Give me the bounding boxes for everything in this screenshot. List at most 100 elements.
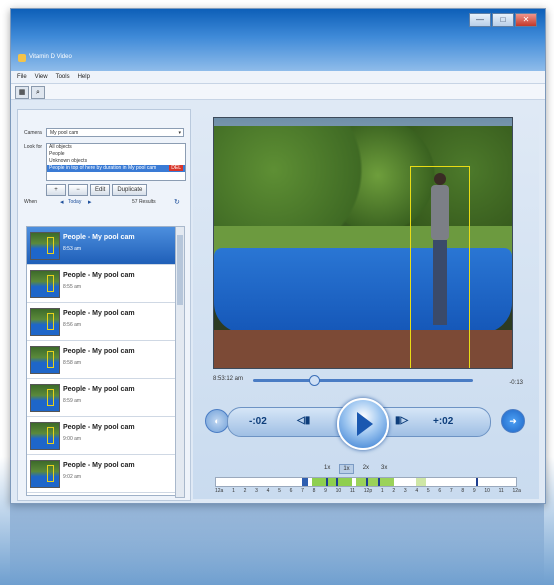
prev-arrow-icon[interactable]: ◂ [60, 198, 64, 206]
speed-selector: 1x 1x 2x 3x [321, 464, 390, 474]
result-time: 8:55 am [63, 284, 82, 290]
timeline-label: 3 [403, 488, 407, 494]
menu-tools[interactable]: Tools [56, 71, 70, 83]
look-item[interactable]: All objects [47, 144, 185, 151]
speed-option[interactable]: 3x [378, 464, 390, 474]
snapshot-icon[interactable]: ◐ [205, 409, 229, 433]
step-back-icon[interactable]: ◁▮ [297, 415, 310, 426]
remove-button[interactable]: − [68, 184, 88, 196]
menu-help[interactable]: Help [78, 71, 90, 83]
search-icon[interactable]: ⌕ [31, 86, 45, 99]
timeline-label: 11 [349, 488, 356, 494]
result-thumbnail [30, 422, 60, 450]
maximize-button[interactable]: □ [492, 13, 514, 27]
step-forward-icon[interactable]: ▮▷ [395, 415, 408, 426]
timeline-label: 11 [498, 488, 504, 494]
results-list: People - My pool cam 8:53 am People - My… [26, 226, 176, 496]
date-filter[interactable]: Today [68, 199, 81, 205]
add-button[interactable]: + [46, 184, 66, 196]
minimize-button[interactable]: — [469, 13, 491, 27]
search-buttons: + − Edit Duplicate [46, 184, 148, 196]
scrollbar-thumb[interactable] [177, 235, 183, 305]
player-panel: 8:53:12 am -0:13 ◐ -:02 ◁▮ ▮▷ +:02 ➜ 1x … [193, 109, 539, 499]
next-arrow-icon[interactable]: ➜ [501, 409, 525, 433]
timeline-label: 4 [266, 488, 270, 494]
window-controls: — □ ✕ [469, 13, 537, 27]
menu-file[interactable]: File [17, 71, 27, 83]
timeline-activity [356, 478, 394, 486]
result-title: People - My pool cam [63, 310, 135, 317]
result-time: 8:56 am [63, 322, 82, 328]
speed-option-selected[interactable]: 1x [339, 464, 354, 474]
timeline-label: 10 [484, 488, 490, 494]
timeline-label: 5 [278, 488, 281, 494]
speed-option[interactable]: 1x [321, 464, 333, 474]
timeline-label: 12p [363, 488, 373, 494]
timeline-label: 9 [472, 488, 476, 494]
look-item[interactable]: People [47, 151, 185, 158]
search-form: Camera My pool cam ▾ Look for All object… [18, 110, 190, 206]
result-thumbnail [30, 232, 60, 260]
layout-icon[interactable]: ▦ [15, 86, 29, 99]
result-thumbnail [30, 460, 60, 488]
result-title: People - My pool cam [63, 386, 135, 393]
result-time: 8:59 am [63, 398, 82, 404]
forward-2s-button[interactable]: +:02 [433, 416, 453, 427]
next-arrow-icon[interactable]: ▸ [88, 198, 92, 206]
look-for-label: Look for [24, 144, 43, 150]
result-item[interactable]: People - My pool cam 8:55 am [27, 265, 175, 303]
result-item[interactable]: People - My pool cam 8:59 am [27, 379, 175, 417]
timeline-label: 6 [289, 488, 293, 494]
results-scrollbar[interactable] [175, 226, 185, 498]
look-for-list[interactable]: All objects People Unknown objects Peopl… [46, 143, 186, 181]
refresh-icon[interactable]: ↻ [174, 198, 180, 206]
title-bar[interactable]: Vitamin D Video — □ ✕ [11, 9, 545, 71]
app-icon [18, 54, 26, 62]
seek-track[interactable] [253, 379, 473, 382]
delete-icon[interactable]: DEL [169, 165, 183, 171]
timeline-label: 8 [312, 488, 316, 494]
timeline-event [326, 478, 328, 486]
look-item-selected[interactable]: People in top of here by duration in My … [47, 165, 185, 172]
result-title: People - My pool cam [63, 272, 135, 279]
result-item[interactable]: People - My pool cam 9:02 am [27, 455, 175, 493]
timeline-activity [416, 478, 426, 486]
result-time: 9:02 am [63, 474, 82, 480]
result-item[interactable]: People - My pool cam 9:00 am [27, 417, 175, 455]
play-button[interactable] [337, 398, 389, 450]
result-thumbnail [30, 346, 60, 374]
camera-select[interactable]: My pool cam ▾ [46, 128, 184, 137]
result-time: 8:53 am [63, 246, 82, 252]
close-button[interactable]: ✕ [515, 13, 537, 27]
speed-option[interactable]: 2x [360, 464, 372, 474]
result-time: 9:00 am [63, 436, 82, 442]
timeline-labels: 12a 1 2 3 4 5 6 7 8 9 10 11 12p 1 2 3 4 … [215, 488, 521, 494]
result-item[interactable]: People - My pool cam 8:58 am [27, 341, 175, 379]
timeline-label: 8 [461, 488, 465, 494]
timeline-event [302, 478, 308, 486]
duplicate-button[interactable]: Duplicate [112, 184, 148, 196]
player-controls: ◐ -:02 ◁▮ ▮▷ +:02 ➜ [205, 393, 535, 453]
video-frame[interactable] [213, 117, 513, 369]
result-item[interactable]: People - My pool cam 8:56 am [27, 303, 175, 341]
edit-button[interactable]: Edit [90, 184, 111, 196]
timeline-label: 4 [415, 488, 419, 494]
timeline[interactable]: 12a 1 2 3 4 5 6 7 8 9 10 11 12p 1 2 3 4 … [215, 477, 521, 505]
look-item[interactable]: Unknown objects [47, 158, 185, 165]
result-title: People - My pool cam [63, 424, 135, 431]
timeline-event [366, 478, 368, 486]
result-thumbnail [30, 384, 60, 412]
result-title: People - My pool cam [63, 462, 135, 469]
timeline-bar[interactable] [215, 477, 517, 487]
timeline-label: 7 [449, 488, 453, 494]
result-item-selected[interactable]: People - My pool cam 8:53 am [27, 227, 175, 265]
toolbar: ▦ ⌕ [11, 84, 545, 100]
seek-knob[interactable] [309, 375, 320, 386]
timeline-event [336, 478, 338, 486]
app-window: Vitamin D Video — □ ✕ File View Tools He… [10, 8, 546, 504]
menu-view[interactable]: View [35, 71, 48, 83]
detection-box [410, 166, 470, 368]
menu-bar: File View Tools Help [11, 71, 545, 84]
timeline-label: 3 [255, 488, 258, 494]
back-2s-button[interactable]: -:02 [249, 416, 267, 427]
